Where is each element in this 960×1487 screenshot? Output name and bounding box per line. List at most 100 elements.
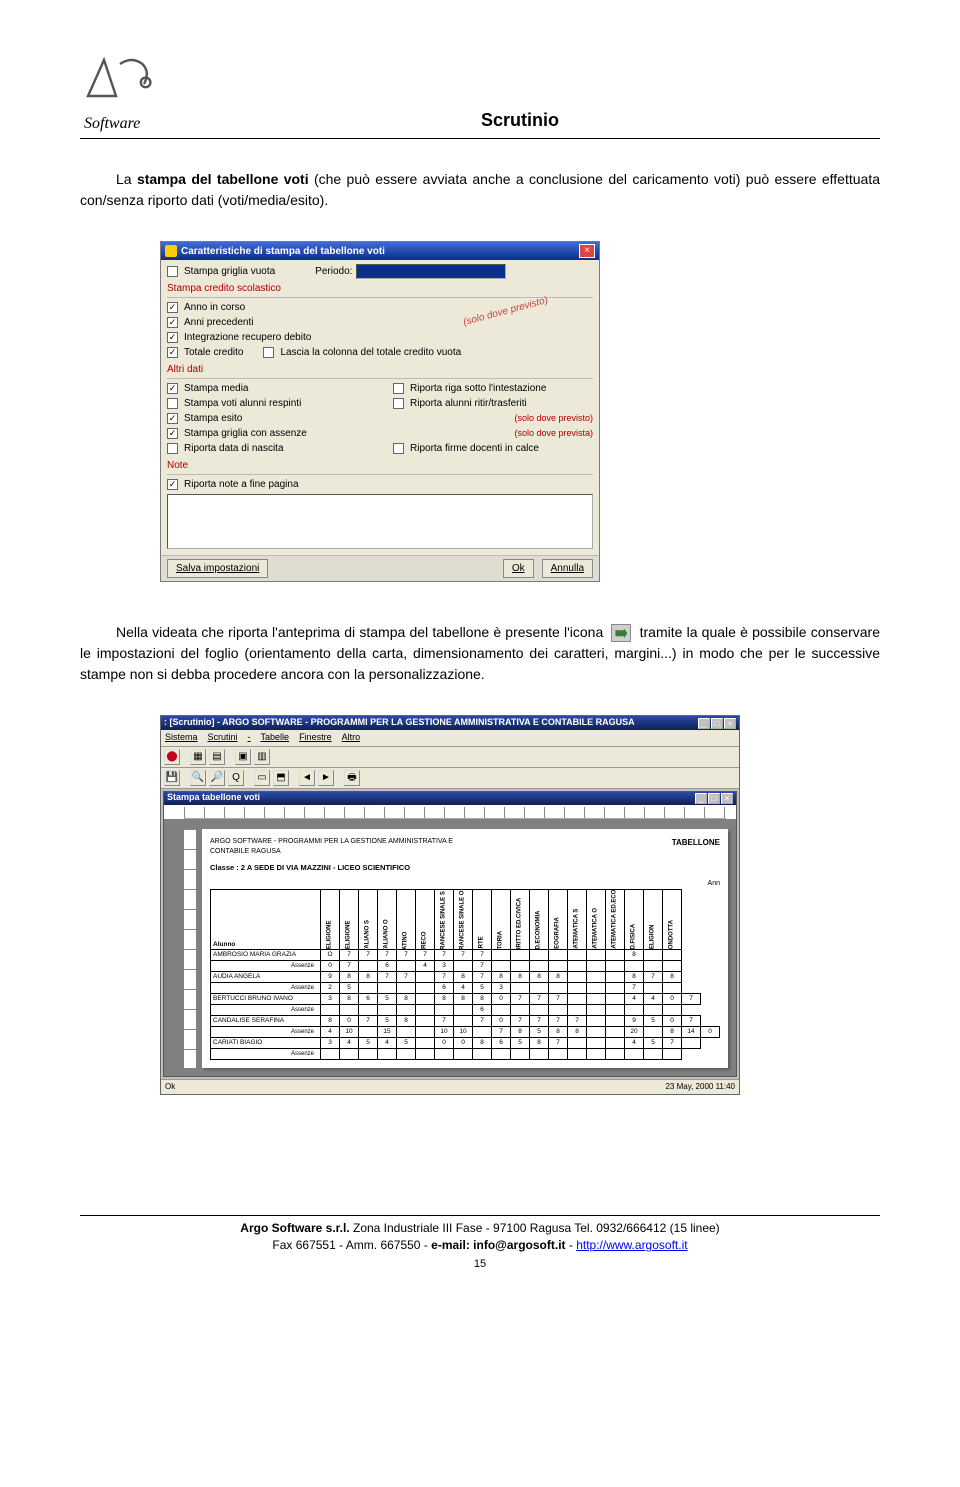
toolbar-page-icon[interactable]: ▭: [254, 770, 270, 786]
absence-cell: [530, 961, 549, 972]
horizontal-ruler: [184, 807, 726, 819]
toolbar-btn-2[interactable]: ▤: [209, 749, 225, 765]
menu-item[interactable]: Tabelle: [261, 732, 290, 742]
toolbar-prev-icon[interactable]: ◄: [299, 770, 315, 786]
menu-item[interactable]: Finestre: [299, 732, 332, 742]
grade-cell: 7: [435, 1016, 454, 1027]
sub-minimize-button[interactable]: _: [695, 793, 707, 804]
grade-cell: [606, 994, 625, 1005]
checkbox-stampa-esito[interactable]: [167, 413, 178, 424]
absence-cell: [606, 983, 625, 994]
absence-cell: [663, 983, 682, 994]
checkbox-integrazione[interactable]: [167, 332, 178, 343]
toolbar-save-icon[interactable]: 💾: [164, 770, 180, 786]
sub-maximize-button[interactable]: □: [708, 793, 720, 804]
absence-cell: [587, 983, 606, 994]
minimize-button[interactable]: _: [698, 718, 710, 729]
grade-cell: [416, 994, 435, 1005]
checkbox-riga-sotto[interactable]: [393, 383, 404, 394]
grade-cell: 8: [492, 972, 511, 983]
toolbar-stop-icon[interactable]: ⬤: [164, 749, 180, 765]
checkbox-lascia-vuota[interactable]: [263, 347, 274, 358]
absence-cell: [549, 983, 568, 994]
absence-cell: 5: [340, 983, 359, 994]
checkbox-anni-precedenti[interactable]: [167, 317, 178, 328]
dialog-icon: [165, 245, 177, 257]
absence-cell: 3: [492, 983, 511, 994]
checkbox-data-nascita[interactable]: [167, 443, 178, 454]
grade-cell: 8: [454, 994, 473, 1005]
maximize-button[interactable]: □: [711, 718, 723, 729]
sub-close-button[interactable]: ×: [721, 793, 733, 804]
grade-cell: 0: [663, 994, 682, 1005]
absence-cell: 10: [435, 1027, 454, 1038]
absence-cell: 2: [321, 983, 340, 994]
label-stampa-media: Stampa media: [184, 381, 248, 396]
close-app-button[interactable]: ×: [724, 718, 736, 729]
grade-cell: [416, 1016, 435, 1027]
button-annulla[interactable]: Annulla: [542, 559, 593, 578]
absence-cell: 10: [340, 1027, 359, 1038]
button-ok[interactable]: Ok: [503, 559, 534, 578]
checkbox-griglia-vuota[interactable]: [167, 266, 178, 277]
select-periodo[interactable]: [356, 264, 506, 279]
absence-cell: [359, 1005, 378, 1016]
grade-cell: 7: [663, 1038, 682, 1049]
menu-item[interactable]: Scrutini: [208, 732, 238, 742]
toolbar-btn-4[interactable]: ▥: [254, 749, 270, 765]
absence-cell: [663, 1005, 682, 1016]
page-footer: Argo Software s.r.l. Zona Industriale II…: [80, 1215, 880, 1254]
button-salva-impostazioni[interactable]: Salva impostazioni: [167, 559, 268, 578]
toolbar-print-icon[interactable]: 🖶: [344, 770, 360, 786]
checkbox-note-fine-pagina[interactable]: [167, 479, 178, 490]
notes-textarea[interactable]: [167, 494, 593, 549]
toolbar-zoomin-icon[interactable]: 🔍: [190, 770, 206, 786]
grade-cell: [530, 950, 549, 961]
assenze-label: Assenze: [211, 983, 321, 994]
menu-item[interactable]: -: [248, 732, 251, 742]
col-subject: LATINO: [397, 890, 416, 950]
grade-cell: 8: [340, 972, 359, 983]
toolbar-layout-icon[interactable]: ⬒: [273, 770, 289, 786]
col-subject: MATEMATICA ED.ECONOMIA: [606, 890, 625, 950]
group-altri-header: Altri dati: [167, 362, 593, 377]
page-title: Scrutinio: [160, 107, 880, 136]
checkbox-ritirati[interactable]: [393, 398, 404, 409]
grade-cell: 8: [340, 994, 359, 1005]
checkbox-stampa-media[interactable]: [167, 383, 178, 394]
absence-cell: [644, 1005, 663, 1016]
absence-cell: [644, 961, 663, 972]
label-anni-precedenti: Anni precedenti: [184, 315, 254, 330]
label-periodo: Periodo:: [315, 264, 352, 279]
page-number: 15: [80, 1256, 880, 1273]
grade-cell: 9: [321, 972, 340, 983]
footer-link[interactable]: http://www.argosoft.it: [576, 1238, 687, 1252]
grade-cell: 5: [644, 1038, 663, 1049]
toolbar-btn-1[interactable]: ▦: [190, 749, 206, 765]
checkbox-totale-credito[interactable]: [167, 347, 178, 358]
checkbox-griglia-assenze[interactable]: [167, 428, 178, 439]
toolbar-zoomout-icon[interactable]: 🔎: [209, 770, 225, 786]
absence-cell: [359, 1027, 378, 1038]
grade-cell: 5: [359, 1038, 378, 1049]
absence-cell: 6: [378, 961, 397, 972]
absence-cell: [416, 1049, 435, 1060]
absence-cell: 15: [378, 1027, 397, 1038]
logo: Software: [80, 50, 160, 136]
col-subject: ITALIANO O: [378, 890, 397, 950]
absence-cell: 3: [435, 961, 454, 972]
label-totale-credito: Totale credito: [184, 345, 243, 360]
menu-item[interactable]: Altro: [342, 732, 361, 742]
toolbar-zoom-icon[interactable]: Q: [228, 770, 244, 786]
checkbox-firme-calce[interactable]: [393, 443, 404, 454]
absence-cell: [397, 961, 416, 972]
checkbox-voti-respinti[interactable]: [167, 398, 178, 409]
paper-header-line2: CONTABILE RAGUSA: [210, 847, 453, 858]
close-button[interactable]: ×: [579, 244, 595, 258]
grade-cell: 7: [435, 972, 454, 983]
checkbox-anno-corso[interactable]: [167, 302, 178, 313]
menu-item[interactable]: Sistema: [165, 732, 198, 742]
toolbar-next-icon[interactable]: ►: [318, 770, 334, 786]
absence-cell: [378, 1005, 397, 1016]
toolbar-btn-3[interactable]: ▣: [235, 749, 251, 765]
